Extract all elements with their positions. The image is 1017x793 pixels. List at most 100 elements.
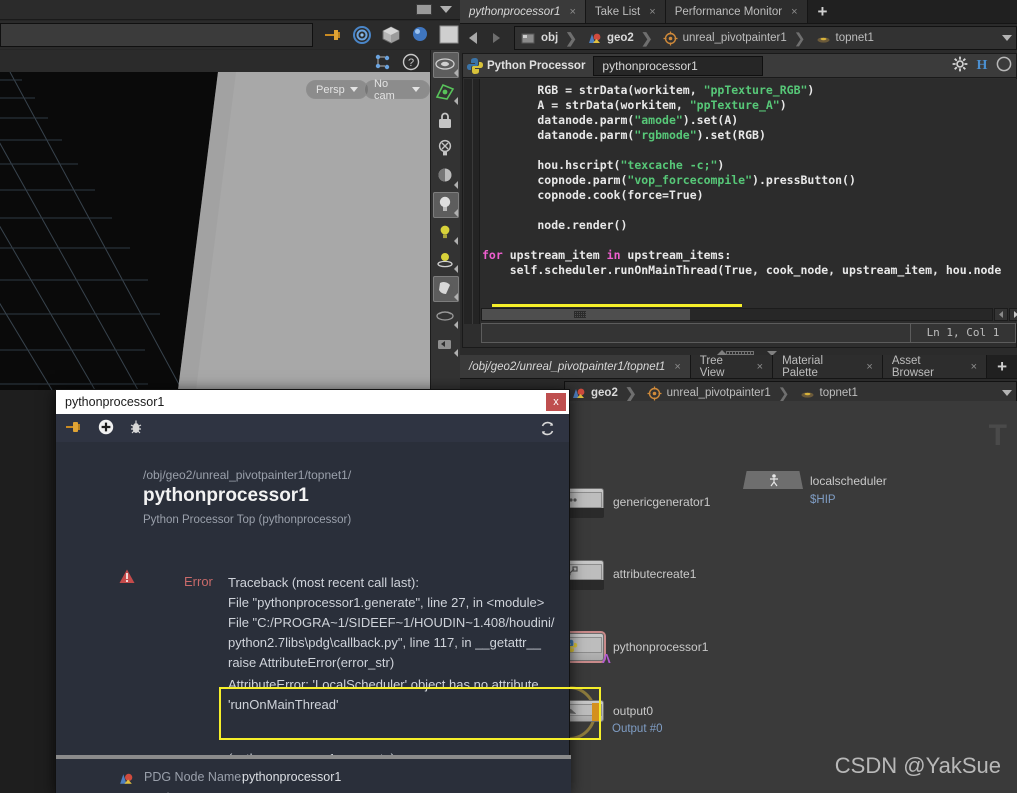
viewport-persp-dropdown[interactable]: Persp [306, 80, 368, 99]
camera-label: No cam [374, 77, 395, 102]
traceback-line: python2.7libs\pdg\callback.py", line 117… [228, 635, 541, 650]
node-name-field[interactable]: pythonprocessor1 [593, 55, 764, 76]
chevron-down-icon[interactable] [440, 6, 452, 13]
half-shade-icon[interactable] [433, 164, 459, 190]
light-on-icon[interactable] [432, 192, 459, 218]
tab-material-palette[interactable]: Material Palette × [773, 354, 883, 379]
refresh-icon[interactable] [539, 420, 556, 440]
breadcrumb-item-unreal-pivotpainter1[interactable]: unreal_pivotpainter1 ❯ [657, 27, 810, 49]
graph-watermark-letter: T [988, 419, 1007, 452]
editor-message-field [481, 323, 911, 343]
lock-icon[interactable] [433, 108, 459, 134]
tab-label: Material Palette [782, 354, 823, 379]
breadcrumb-item-geo2[interactable]: geo2 ❯ [581, 27, 657, 49]
warning-triangle-icon [119, 569, 135, 587]
breadcrumb-label: unreal_pivotpainter1 [682, 32, 787, 44]
breadcrumb-label: topnet1 [819, 387, 858, 399]
close-icon[interactable]: × [791, 6, 797, 18]
close-icon[interactable]: × [674, 361, 680, 373]
point-light-icon[interactable] [433, 220, 459, 246]
pdg-node-name-value: pythonprocessor1 [242, 770, 342, 784]
tab-performance-monitor[interactable]: Performance Monitor × [665, 0, 808, 23]
persp-label: Persp [316, 83, 345, 96]
pin-icon[interactable] [322, 24, 344, 46]
breadcrumb-dropdown-icon[interactable] [1002, 390, 1012, 396]
breadcrumb-item-obj[interactable]: obj ❯ [515, 27, 581, 49]
geometry-select-icon[interactable] [433, 80, 459, 106]
scrollbar-thumb[interactable] [482, 309, 690, 320]
bug-icon[interactable] [128, 419, 144, 438]
node-sublabel: Output #0 [612, 723, 663, 735]
cube-icon[interactable] [380, 24, 402, 46]
node-localscheduler[interactable] [743, 471, 803, 489]
error-highlight-box [219, 687, 601, 740]
geo-icon [587, 31, 602, 46]
node-path: /obj/geo2/unreal_pivotpainter1/topnet1/ [143, 468, 352, 482]
back-icon[interactable] [464, 28, 484, 48]
target-icon[interactable] [351, 24, 373, 46]
editor-gutter [464, 79, 480, 324]
dialog-footer: PDG Node Name: pythonprocessor1 Work Ite… [56, 759, 571, 793]
close-icon[interactable]: × [971, 361, 977, 373]
breadcrumb-item-topnet1[interactable]: topnet1 [810, 27, 878, 49]
breadcrumb-label: obj [541, 32, 559, 44]
viewport-grid [0, 72, 430, 390]
tab-label: Take List [594, 5, 641, 18]
no-light-icon[interactable] [433, 136, 459, 162]
topnet-icon [800, 386, 815, 401]
traceback-line: Traceback (most recent call last): [228, 575, 419, 590]
dialog-titlebar[interactable]: pythonprocessor1 x [56, 390, 569, 414]
geo-icon [571, 386, 586, 401]
add-tab-button[interactable]: + [807, 0, 838, 23]
ghost-icon[interactable] [433, 304, 459, 330]
viewport-camera-dropdown[interactable]: No cam [364, 77, 430, 102]
tab-pythonprocessor1[interactable]: pythonprocessor1 × [460, 0, 586, 23]
forward-icon[interactable] [486, 28, 506, 48]
tab-label: Asset Browser [891, 354, 935, 379]
tab-tree-view[interactable]: Tree View × [690, 355, 774, 379]
dialog-body: /obj/geo2/unreal_pivotpainter1/topnet1/ … [56, 442, 601, 793]
help-circle-icon[interactable]: ? [402, 53, 420, 74]
add-tab-button[interactable]: + [987, 355, 1017, 378]
target-icon [663, 31, 678, 46]
viewport-tool-column [430, 50, 460, 390]
network-icon[interactable] [374, 53, 392, 74]
close-icon[interactable]: x [546, 393, 566, 411]
sphere-icon[interactable] [409, 24, 431, 46]
editor-status-bar: Ln 1, Col 1 [481, 323, 1016, 343]
hscroll-left-button[interactable] [994, 308, 1008, 321]
gear-icon[interactable] [952, 56, 968, 75]
node-expression-badge: Λ [602, 651, 611, 666]
code-editor[interactable]: RGB = strData(workitem, "ppTexture_RGB")… [464, 79, 1017, 324]
square-icon[interactable] [438, 24, 460, 46]
obj-icon [521, 31, 536, 46]
help-circle-icon[interactable] [996, 56, 1012, 75]
material-sphere-icon[interactable] [432, 276, 459, 302]
snapshot-icon[interactable] [433, 332, 459, 358]
top-breadcrumb-bar: obj ❯ geo2 ❯ unreal_pivotpainter1 ❯ topn… [460, 24, 1017, 52]
hscroll-right-button[interactable] [1009, 308, 1017, 321]
editor-horizontal-scrollbar[interactable] [481, 308, 993, 321]
maximize-icon[interactable] [416, 4, 432, 15]
scheduler-label: localscheduler [810, 474, 887, 488]
code-content[interactable]: RGB = strData(workitem, "ppTexture_RGB")… [482, 83, 1001, 278]
tab-asset-browser[interactable]: Asset Browser × [882, 354, 988, 379]
node-label: attributecreate1 [613, 567, 697, 581]
pin-icon[interactable] [66, 419, 84, 438]
select-icon[interactable] [432, 52, 459, 78]
viewport-3d[interactable]: ? Persp No cam [0, 50, 430, 390]
geo-icon [118, 771, 134, 787]
tab-take-list[interactable]: Take List × [585, 0, 666, 23]
breadcrumb-label: unreal_pivotpainter1 [666, 387, 771, 399]
close-icon[interactable]: × [757, 361, 763, 373]
spot-light-icon[interactable] [433, 248, 459, 274]
close-icon[interactable]: × [569, 6, 575, 18]
dialog-title: pythonprocessor1 [65, 395, 165, 409]
houdini-h-icon[interactable]: H [974, 56, 990, 75]
path-input[interactable] [0, 23, 313, 47]
breadcrumb-dropdown-icon[interactable] [1002, 35, 1012, 41]
close-icon[interactable]: × [649, 6, 655, 18]
add-icon[interactable] [98, 419, 114, 438]
close-icon[interactable]: × [866, 361, 872, 373]
tab-topnet-path[interactable]: /obj/geo2/unreal_pivotpainter1/topnet1 × [460, 355, 691, 378]
